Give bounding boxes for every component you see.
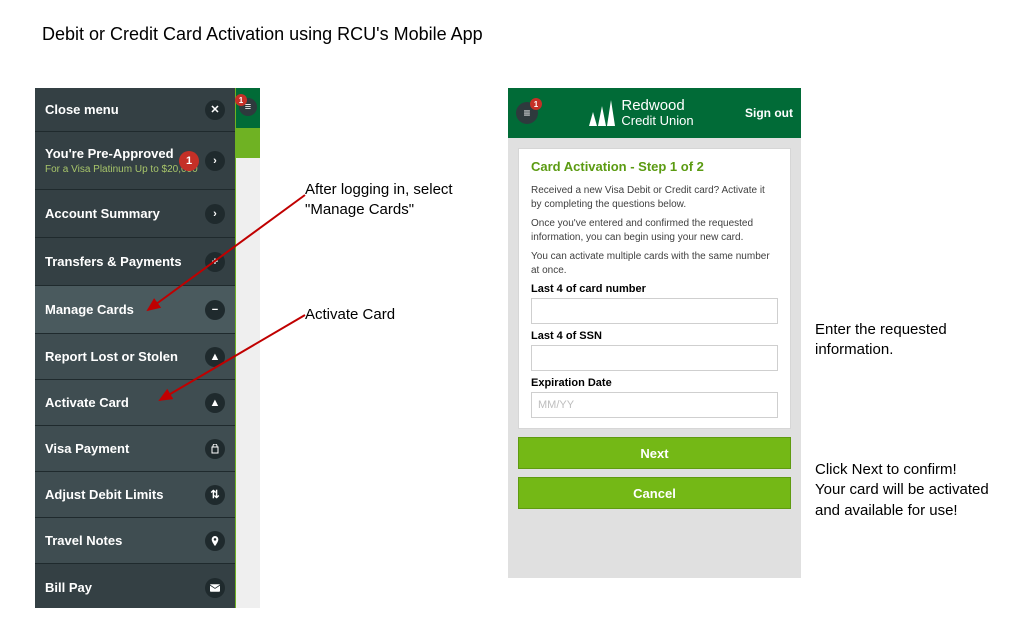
- annotation-enter-info: Enter the requested information.: [815, 320, 1015, 361]
- menu-item-label: Manage Cards: [45, 302, 134, 317]
- form-p1: Received a new Visa Debit or Credit card…: [531, 184, 778, 211]
- menu-item-adjust-debit-limits[interactable]: Adjust Debit Limits ⇅: [35, 472, 235, 518]
- menu-item-label: Transfers & Payments: [45, 254, 182, 269]
- menu-item-visa-payment[interactable]: Visa Payment: [35, 426, 235, 472]
- preapproved-title: You're Pre-Approved: [45, 146, 174, 161]
- annotation-activate-card: Activate Card: [305, 305, 495, 325]
- preapproved-subtitle: For a Visa Platinum Up to $20,000: [45, 164, 198, 175]
- app-header: ≡ 1 Redwood Credit Union Sign out: [508, 88, 801, 138]
- menu-item-label: Travel Notes: [45, 533, 122, 548]
- logo-line2: Credit Union: [621, 114, 693, 128]
- hamburger-icon[interactable]: ≡ 1: [516, 102, 538, 124]
- alert-icon: ▲: [205, 347, 225, 367]
- close-menu-label: Close menu: [45, 102, 119, 117]
- alert-icon: ▲: [205, 393, 225, 413]
- menu-item-label: Adjust Debit Limits: [45, 487, 163, 502]
- logo-trees-icon: [589, 100, 615, 126]
- close-menu-row[interactable]: Close menu ✕: [35, 88, 235, 132]
- cancel-button[interactable]: Cancel: [518, 477, 791, 509]
- menu-item-bill-pay[interactable]: Bill Pay: [35, 564, 235, 608]
- close-icon: ✕: [205, 100, 225, 120]
- minus-icon: −: [205, 300, 225, 320]
- doc-title: Debit or Credit Card Activation using RC…: [42, 24, 483, 45]
- expiration-label: Expiration Date: [531, 377, 778, 389]
- menu-item-account-summary[interactable]: Account Summary ›: [35, 190, 235, 238]
- card-number-label: Last 4 of card number: [531, 283, 778, 295]
- form-p3: You can activate multiple cards with the…: [531, 250, 778, 277]
- menu-item-activate-card[interactable]: Activate Card ▲: [35, 380, 235, 426]
- menu-item-manage-cards[interactable]: Manage Cards −: [35, 286, 235, 334]
- rcu-logo: Redwood Credit Union: [589, 98, 693, 127]
- annotation-click-next: Click Next to confirm!Your card will be …: [815, 460, 1015, 521]
- notification-badge: 1: [530, 98, 542, 110]
- menu-item-label: Bill Pay: [45, 580, 92, 595]
- pin-icon: [205, 531, 225, 551]
- notification-badge: 1: [235, 94, 247, 106]
- menu-item-travel-notes[interactable]: Travel Notes: [35, 518, 235, 564]
- menu-item-label: Activate Card: [45, 395, 129, 410]
- sliders-icon: ⇅: [205, 485, 225, 505]
- bag-icon: [205, 439, 225, 459]
- menu-item-label: Report Lost or Stolen: [45, 349, 178, 364]
- menu-item-transfers-payments[interactable]: Transfers & Payments +: [35, 238, 235, 286]
- expiration-input[interactable]: [531, 392, 778, 418]
- plus-icon: +: [205, 252, 225, 272]
- ssn-input[interactable]: [531, 345, 778, 371]
- form-body: Card Activation - Step 1 of 2 Received a…: [508, 138, 801, 578]
- form-title: Card Activation - Step 1 of 2: [531, 159, 778, 174]
- chevron-icon: ›: [205, 204, 225, 224]
- chevron-right-icon: ›: [205, 151, 225, 171]
- ssn-label: Last 4 of SSN: [531, 330, 778, 342]
- form-p2: Once you've entered and confirmed the re…: [531, 217, 778, 244]
- next-button[interactable]: Next: [518, 437, 791, 469]
- card-number-input[interactable]: [531, 298, 778, 324]
- mail-icon: [205, 578, 225, 598]
- menu-item-label: Visa Payment: [45, 441, 129, 456]
- app-menu-screenshot: ≡ 1 Close menu ✕ You're Pre-Approved For…: [35, 88, 260, 608]
- logo-line1: Redwood: [621, 98, 693, 114]
- menu-item-label: Account Summary: [45, 206, 160, 221]
- alert-badge-icon: 1: [179, 151, 199, 171]
- app-form-screenshot: ≡ 1 Redwood Credit Union Sign out Card A…: [508, 88, 801, 578]
- menu-backdrop: [236, 88, 260, 608]
- sign-out-link[interactable]: Sign out: [745, 106, 793, 120]
- menu-item-report-lost-or-stolen[interactable]: Report Lost or Stolen ▲: [35, 334, 235, 380]
- annotation-manage-cards: After logging in, select "Manage Cards": [305, 180, 495, 221]
- preapproved-row[interactable]: You're Pre-Approved For a Visa Platinum …: [35, 132, 235, 190]
- menu-list: Close menu ✕ You're Pre-Approved For a V…: [35, 88, 235, 608]
- hamburger-icon[interactable]: ≡ 1: [239, 98, 257, 116]
- form-card: Card Activation - Step 1 of 2 Received a…: [518, 148, 791, 429]
